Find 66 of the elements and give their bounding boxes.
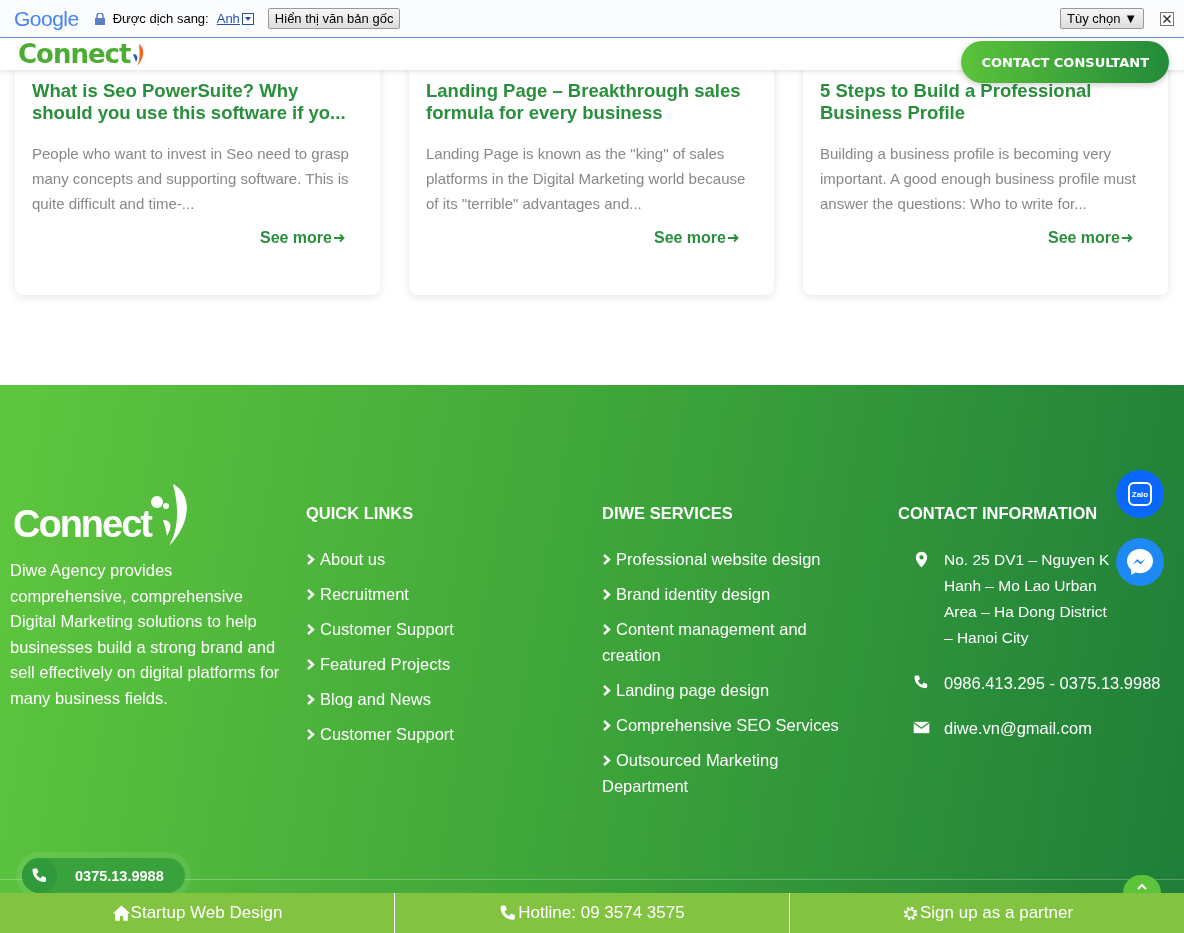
- post-excerpt: Landing Page is known as the "king" of sales platforms in the Digital Marketing world because of its "terrible" advantages and...: [426, 144, 747, 214]
- chevron-right-icon: [602, 589, 611, 601]
- see-more-link[interactable]: See more: [1047, 229, 1133, 247]
- footer-link[interactable]: Brand identity design: [602, 582, 862, 608]
- column-heading: DIWE SERVICES: [602, 504, 734, 523]
- chevron-up-icon: [1137, 883, 1147, 890]
- footer-logo[interactable]: Connect: [13, 500, 151, 548]
- footer-link[interactable]: Customer Support: [306, 722, 566, 749]
- bottom-bar-link[interactable]: Startup Web Design: [0, 893, 394, 933]
- chevron-right-icon: [306, 729, 315, 741]
- chevron-right-icon: [306, 624, 315, 636]
- phone-icon: [913, 674, 930, 691]
- chevron-right-icon: [306, 694, 315, 706]
- bottom-bar-link[interactable]: Hotline: 09 3574 3575: [394, 893, 789, 933]
- footer-link[interactable]: About us: [306, 547, 566, 573]
- logo-swoosh-icon: [131, 43, 146, 66]
- phone-number: 0986.413.295 - 0375.13.9988: [944, 673, 1162, 694]
- chevron-right-icon: [602, 719, 611, 731]
- column-heading: QUICK LINKS: [306, 504, 415, 523]
- post-title[interactable]: What is Seo PowerSuite? Why should you use this software if yo...: [32, 80, 363, 124]
- contact-consultant-button[interactable]: CONTACT CONSULTANT: [961, 41, 1169, 83]
- show-original-button[interactable]: Hiển thị văn bản gốc: [267, 8, 401, 29]
- home-icon: [111, 903, 131, 923]
- phone-icon: [30, 866, 49, 885]
- map-pin-icon: [913, 551, 930, 568]
- see-more-link[interactable]: See more: [653, 229, 739, 247]
- lock-icon: [94, 12, 105, 25]
- language-dropdown[interactable]: Anh: [216, 11, 254, 26]
- footer-link[interactable]: Blog and News: [306, 687, 566, 713]
- post-excerpt: People who want to invest in Seo need to grasp many concepts and supporting software. This is quite difficult and time-...: [32, 144, 350, 214]
- chevron-right-icon: [602, 554, 611, 565]
- footer-link[interactable]: Outsourced Marketing Department: [602, 748, 862, 800]
- footer-link[interactable]: Recruitment: [306, 582, 566, 608]
- footer-link[interactable]: Comprehensive SEO Services: [602, 712, 862, 739]
- options-button[interactable]: Tùy chọn ▼: [1060, 8, 1144, 29]
- chevron-right-icon: [602, 755, 611, 767]
- address-text: No. 25 DV1 – Nguyen K Hanh – Mo Lao Urban Area – Ha Dong District – Hanoi City: [944, 550, 1111, 648]
- bottom-bar-link[interactable]: Sign up as a partner: [789, 893, 1184, 933]
- messenger-icon: [1125, 547, 1155, 577]
- footer-link[interactable]: Customer Support: [306, 617, 566, 643]
- footer-link[interactable]: Landing page design: [602, 677, 862, 704]
- chevron-right-icon: [602, 684, 611, 696]
- close-icon: [1160, 11, 1174, 26]
- chevron-right-icon: [306, 589, 315, 601]
- footer-link[interactable]: Featured Projects: [306, 652, 566, 678]
- phone-call-button[interactable]: 0375.13.9988: [22, 858, 185, 893]
- post-excerpt: Building a business profile is becoming very important. A good enough business profile must answer the questions: Who to write for...: [820, 144, 1138, 214]
- chevron-right-icon: [306, 659, 315, 671]
- arrow-right-icon: [728, 233, 739, 243]
- translate-label: Được dịch sang:: [112, 11, 209, 26]
- chevron-right-icon: [602, 624, 611, 636]
- footer-link[interactable]: Professional website design: [602, 547, 862, 573]
- post-title[interactable]: Landing Page – Breakthrough sales formula for every business: [426, 80, 757, 124]
- logo[interactable]: Connect: [18, 39, 131, 70]
- post-title[interactable]: 5 Steps to Build a Professional Business Profile: [820, 80, 1151, 124]
- google-logo: Google: [14, 6, 79, 31]
- arrow-right-icon: [334, 233, 345, 243]
- envelope-icon: [913, 719, 930, 736]
- footer-link[interactable]: Content management and creation: [602, 617, 862, 669]
- column-heading: CONTACT INFORMATION: [898, 504, 1099, 523]
- see-more-link[interactable]: See more: [259, 229, 345, 247]
- caret-icon: [241, 12, 254, 25]
- company-description: Diwe Agency provides comprehensive, comprehensive Digital Marketing solutions to help businesses build a strong brand and sell effectively on digital platforms for many business fields.: [10, 560, 281, 709]
- email-address: diwe.vn@gmail.com: [944, 718, 1093, 739]
- chevron-right-icon: [306, 554, 315, 565]
- arrow-right-icon: [1122, 233, 1133, 243]
